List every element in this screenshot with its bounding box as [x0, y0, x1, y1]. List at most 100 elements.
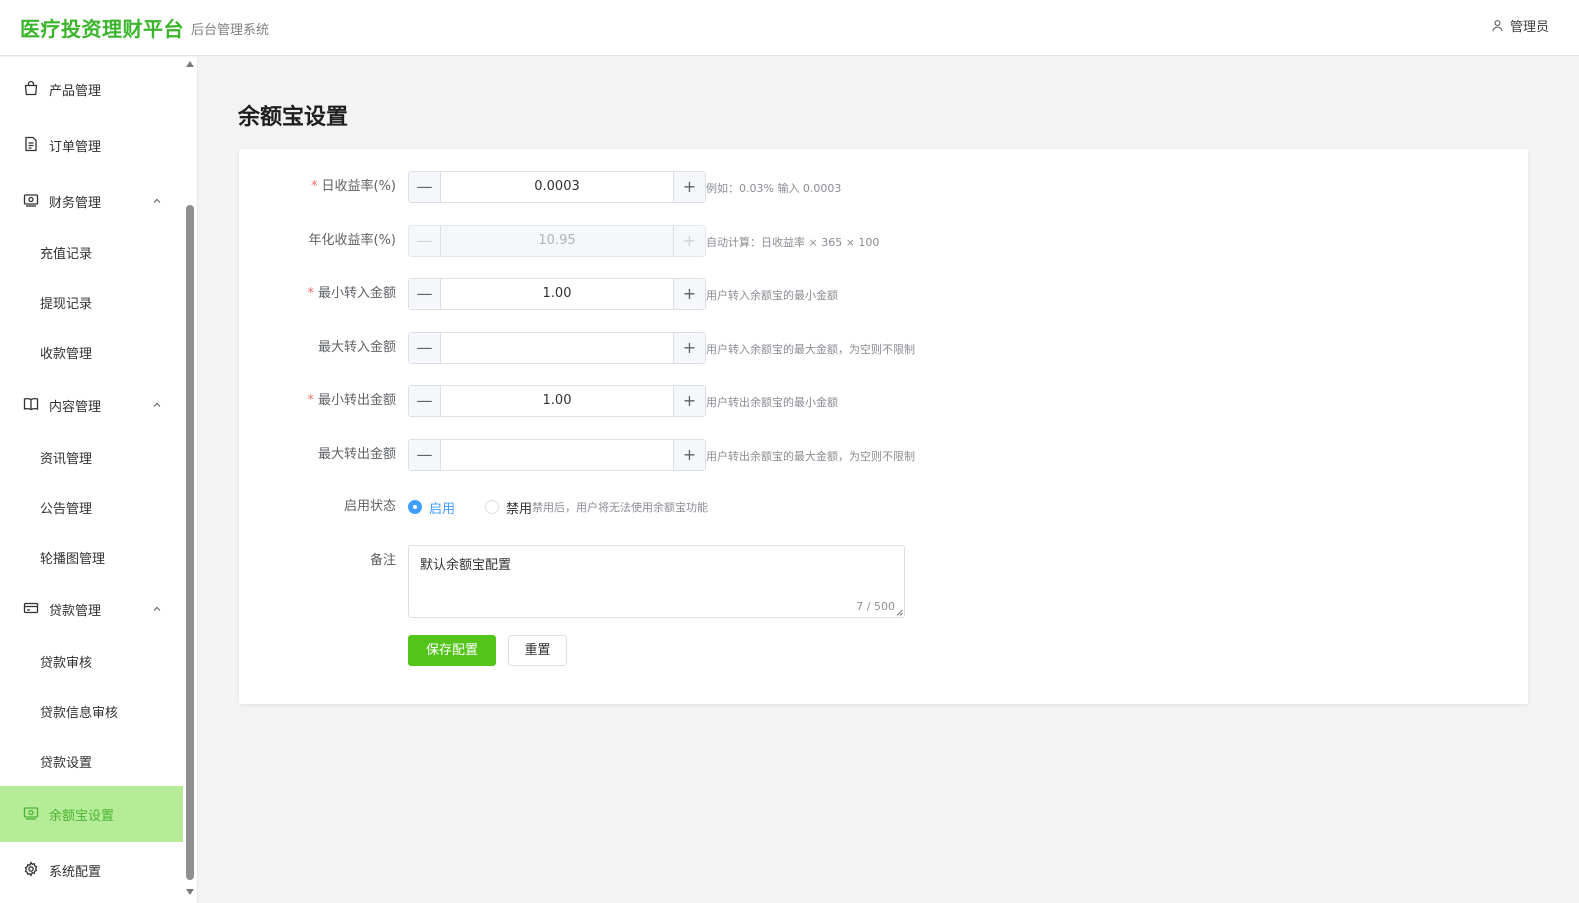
book-icon — [23, 396, 41, 414]
max-out-input[interactable] — [441, 440, 673, 470]
increment-button[interactable]: + — [673, 172, 705, 202]
form-row-max-out: 最大转出金额 — + 用户转出余额宝的最大金额，为空则不限制 — [239, 439, 1528, 471]
annual-rate-label: 年化收益率(%) — [308, 233, 397, 248]
char-counter: 7 / 500 — [856, 600, 895, 613]
top-header: 医疗投资理财平台 后台管理系统 管理员 — [0, 0, 1579, 56]
required-mark: * — [307, 393, 314, 408]
sidebar-item-banner[interactable]: 轮播图管理 — [0, 532, 183, 582]
sidebar-item-products[interactable]: 产品管理 — [0, 61, 183, 117]
daily-rate-stepper[interactable]: — 0.0003 + — [408, 171, 706, 203]
sidebar-menu: 产品管理 订单管理 财务管理 充值记录 提现记录 收款管理 内容管理 资讯管理 … — [0, 57, 183, 903]
form-row-min-in: * 最小转入金额 — 1.00 + 用户转入余额宝的最小金额 — [239, 278, 1528, 310]
max-in-input[interactable] — [441, 333, 673, 363]
sidebar-item-label: 公告管理 — [40, 501, 93, 517]
scrollbar-thumb[interactable] — [186, 205, 194, 880]
sidebar-item-system-config[interactable]: 系统配置 — [0, 842, 183, 898]
min-out-hint: 用户转出余额宝的最小金额 — [706, 396, 838, 409]
brand-logo[interactable]: 医疗投资理财平台 — [20, 13, 184, 42]
decrement-button[interactable]: — — [409, 386, 441, 416]
sidebar-item-orders[interactable]: 订单管理 — [0, 117, 183, 173]
form-row-max-in: 最大转入金额 — + 用户转入余额宝的最大金额，为空则不限制 — [239, 332, 1528, 364]
increment-button[interactable]: + — [673, 440, 705, 470]
resize-handle-icon[interactable] — [896, 609, 903, 616]
radio-label: 启用 — [429, 501, 456, 517]
radio-dot[interactable] — [485, 500, 500, 514]
decrement-button[interactable]: — — [409, 279, 441, 309]
status-label: 启用状态 — [343, 499, 396, 514]
sidebar-item-label: 贷款审核 — [40, 655, 93, 671]
remark-textarea[interactable]: 默认余额宝配置 7 / 500 — [408, 545, 905, 618]
form-row-daily-rate: * 日收益率(%) — 0.0003 + 例如：0.03% 输入 0.0003 — [239, 171, 1528, 203]
min-out-label: * 最小转出金额 — [307, 385, 396, 417]
form-row-min-out: * 最小转出金额 — 1.00 + 用户转出余额宝的最小金额 — [239, 385, 1528, 417]
scroll-down-arrow-icon[interactable] — [186, 889, 194, 895]
credit-card-icon — [23, 600, 41, 618]
chevron-up-icon — [153, 402, 161, 407]
decrement-button[interactable]: — — [409, 172, 441, 202]
annual-rate-input: 10.95 — [538, 233, 576, 248]
daily-rate-hint: 例如：0.03% 输入 0.0003 — [706, 182, 842, 195]
remark-label: 备注 — [369, 553, 396, 568]
min-in-stepper[interactable]: — 1.00 + — [408, 278, 706, 310]
sidebar-item-recharge[interactable]: 充值记录 — [0, 227, 183, 277]
max-out-stepper[interactable]: — + — [408, 439, 706, 471]
max-out-label: 最大转出金额 — [317, 447, 396, 462]
sidebar-item-label: 轮播图管理 — [40, 551, 106, 567]
sidebar-item-label: 产品管理 — [49, 83, 102, 99]
sidebar-item-content[interactable]: 内容管理 — [0, 377, 183, 433]
min-in-input[interactable]: 1.00 — [441, 279, 673, 309]
label-text: 日收益率(%) — [321, 179, 397, 194]
sidebar-item-withdraw[interactable]: 提现记录 — [0, 277, 183, 327]
document-icon — [23, 136, 41, 154]
user-menu[interactable]: 管理员 — [1491, 16, 1549, 35]
decrement-button[interactable]: — — [409, 333, 441, 363]
status-radio-group: 启用 禁用 禁用后，用户将无法使用余额宝功能 — [408, 491, 708, 523]
chevron-up-icon — [153, 606, 161, 611]
min-in-hint: 用户转入余额宝的最小金额 — [706, 289, 838, 302]
min-in-label: * 最小转入金额 — [307, 278, 396, 310]
sidebar-item-yuebao-settings[interactable]: 余额宝设置 — [0, 786, 183, 842]
min-out-input[interactable]: 1.00 — [441, 386, 673, 416]
daily-rate-input[interactable]: 0.0003 — [441, 172, 673, 202]
radio-disable[interactable]: 禁用 — [485, 498, 532, 517]
sidebar-scrollbar[interactable] — [183, 57, 197, 903]
min-out-stepper[interactable]: — 1.00 + — [408, 385, 706, 417]
increment-button[interactable]: + — [673, 279, 705, 309]
sidebar: 产品管理 订单管理 财务管理 充值记录 提现记录 收款管理 内容管理 资讯管理 … — [0, 57, 198, 903]
chevron-up-icon — [153, 198, 161, 203]
scroll-up-arrow-icon[interactable] — [186, 61, 194, 67]
user-name: 管理员 — [1509, 20, 1549, 35]
form-row-annual-rate: 年化收益率(%) — 10.95 + 自动计算：日收益率 × 365 × 100 — [239, 225, 1528, 257]
shopping-bag-icon — [23, 80, 41, 98]
radio-enable[interactable]: 启用 — [408, 498, 455, 517]
increment-button[interactable]: + — [673, 333, 705, 363]
decrement-button[interactable]: — — [409, 440, 441, 470]
settings-form-card: * 日收益率(%) — 0.0003 + 例如：0.03% 输入 0.0003 年… — [239, 149, 1528, 704]
max-in-hint: 用户转入余额宝的最大金额，为空则不限制 — [706, 343, 915, 356]
label-text: 最小转出金额 — [317, 393, 396, 408]
sidebar-item-loan-review[interactable]: 贷款审核 — [0, 636, 183, 686]
status-hint: 禁用后，用户将无法使用余额宝功能 — [532, 501, 709, 514]
sidebar-item-loan-settings[interactable]: 贷款设置 — [0, 736, 183, 786]
increment-button[interactable]: + — [673, 386, 705, 416]
sidebar-item-loans[interactable]: 贷款管理 — [0, 581, 183, 637]
radio-label: 禁用 — [506, 501, 533, 517]
max-in-label: 最大转入金额 — [317, 340, 396, 355]
page-title: 余额宝设置 — [238, 105, 349, 130]
decrement-button: — — [409, 226, 441, 256]
max-out-hint: 用户转出余额宝的最大金额，为空则不限制 — [706, 450, 915, 463]
save-config-button[interactable]: 保存配置 — [408, 635, 496, 666]
user-icon — [1492, 20, 1503, 32]
reset-button[interactable]: 重置 — [508, 635, 567, 666]
sidebar-item-label: 订单管理 — [49, 139, 102, 155]
sidebar-item-news[interactable]: 资讯管理 — [0, 432, 183, 482]
wallet-icon — [23, 192, 41, 210]
sidebar-item-payment[interactable]: 收款管理 — [0, 327, 183, 377]
required-mark: * — [311, 179, 318, 194]
max-in-stepper[interactable]: — + — [408, 332, 706, 364]
radio-dot[interactable] — [408, 500, 422, 514]
sidebar-item-notice[interactable]: 公告管理 — [0, 482, 183, 532]
sidebar-item-loan-info-review[interactable]: 贷款信息审核 — [0, 686, 183, 736]
sidebar-item-finance[interactable]: 财务管理 — [0, 173, 183, 229]
sidebar-item-label: 系统配置 — [49, 864, 102, 880]
